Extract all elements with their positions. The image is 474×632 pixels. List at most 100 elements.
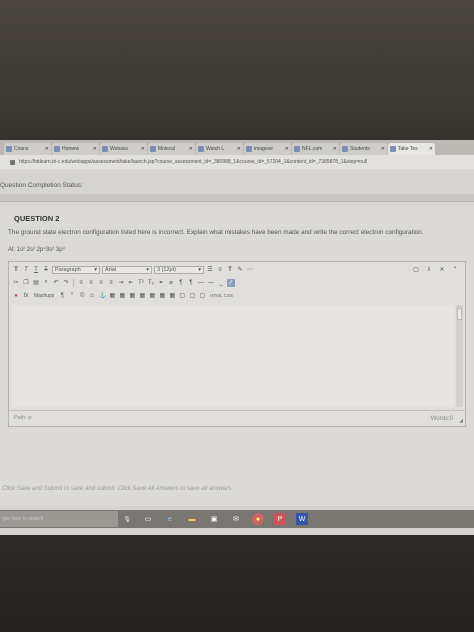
taskbar-search[interactable]: ype here to search bbox=[0, 511, 118, 527]
cell-icon[interactable]: ▢ bbox=[178, 292, 186, 300]
highlight-icon[interactable]: ✎ bbox=[236, 266, 244, 274]
copyright-icon[interactable]: © bbox=[78, 292, 86, 300]
tab-favicon-icon bbox=[54, 146, 60, 152]
answer-text-area[interactable] bbox=[11, 305, 455, 407]
close-icon[interactable]: ✕ bbox=[189, 146, 193, 152]
close-icon[interactable]: ✕ bbox=[45, 146, 49, 152]
browser-tab[interactable]: Molecul ✕ bbox=[148, 143, 195, 155]
word-icon[interactable]: W bbox=[296, 513, 308, 525]
more-icon[interactable]: ⋯ bbox=[246, 266, 254, 274]
redo-icon[interactable]: ↷ bbox=[62, 279, 70, 287]
paste-icon[interactable]: ▤ bbox=[32, 279, 40, 287]
browser-tab[interactable]: Coursi ✕ bbox=[4, 143, 51, 155]
undo-icon[interactable]: ↶ bbox=[52, 279, 60, 287]
store-icon[interactable]: ▣ bbox=[208, 513, 220, 525]
edge-icon[interactable]: e bbox=[164, 513, 176, 525]
browser-tab[interactable]: imagese ✕ bbox=[244, 143, 291, 155]
scrollbar[interactable] bbox=[456, 305, 463, 407]
lock-icon bbox=[10, 159, 15, 165]
submit-instructions: Click Save and Submit to save and submit… bbox=[2, 486, 233, 492]
box-icon[interactable]: ▢ bbox=[198, 292, 206, 300]
align-justify-icon[interactable]: ≡ bbox=[107, 279, 115, 287]
table-merge-icon[interactable]: ▦ bbox=[138, 292, 146, 300]
powerpoint-icon[interactable]: P bbox=[274, 513, 286, 525]
close-icon[interactable]: ✕ bbox=[333, 146, 337, 152]
numbered-list-icon[interactable]: ≡ bbox=[216, 266, 224, 274]
table-split-icon[interactable]: ▦ bbox=[148, 292, 156, 300]
table-icon[interactable]: ▦ bbox=[108, 292, 116, 300]
align-left-icon[interactable]: ≡ bbox=[77, 279, 85, 287]
cut-icon[interactable]: ✂ bbox=[12, 279, 20, 287]
info-icon[interactable]: i bbox=[425, 266, 433, 274]
emoji-icon[interactable]: ☺ bbox=[88, 292, 96, 300]
underscore-icon[interactable]: _ bbox=[217, 279, 225, 287]
tab-label: Take Tes bbox=[398, 146, 418, 152]
align-right-icon[interactable]: ≡ bbox=[97, 279, 105, 287]
close-icon[interactable]: ✕ bbox=[237, 146, 241, 152]
strikethrough-icon[interactable]: T bbox=[42, 266, 50, 274]
cell-props-icon[interactable]: ▢ bbox=[188, 292, 196, 300]
align-center-icon[interactable]: ≡ bbox=[87, 279, 95, 287]
collapse-icon[interactable]: ⌃ bbox=[451, 266, 459, 274]
tab-favicon-icon bbox=[390, 146, 396, 152]
browser-tab-active[interactable]: Take Tes ✕ bbox=[388, 143, 435, 155]
italic-icon[interactable]: T bbox=[22, 266, 30, 274]
browser-tab[interactable]: Homew ✕ bbox=[52, 143, 99, 155]
chrome-icon[interactable]: ● bbox=[252, 513, 264, 525]
formula-icon[interactable]: fx bbox=[22, 292, 30, 300]
unlink-icon[interactable]: ⌀ bbox=[167, 279, 175, 287]
resize-handle-icon[interactable]: ◢ bbox=[459, 418, 463, 424]
browser-tab[interactable]: Webass ✕ bbox=[100, 143, 147, 155]
superscript-icon[interactable]: T² bbox=[137, 279, 145, 287]
table-props-icon[interactable]: ▦ bbox=[158, 292, 166, 300]
hr-icon[interactable]: ― bbox=[197, 279, 205, 287]
paragraph-mark-icon[interactable]: ¶ bbox=[177, 279, 185, 287]
record-icon[interactable]: ● bbox=[12, 292, 20, 300]
find-icon[interactable]: ⌕ bbox=[42, 279, 50, 287]
browser-tab[interactable]: Students ✕ bbox=[340, 143, 387, 155]
spellcheck-icon[interactable]: ▢ bbox=[412, 266, 420, 274]
url-text[interactable]: https://bblearn.tri-c.edu/webapps/assess… bbox=[19, 159, 367, 165]
quote-icon[interactable]: “ bbox=[68, 292, 76, 300]
tab-favicon-icon bbox=[246, 146, 252, 152]
html-css-button[interactable]: HTML CSS bbox=[208, 293, 235, 298]
ltr-icon[interactable]: ¶ bbox=[187, 279, 195, 287]
task-view-icon[interactable]: ▭ bbox=[142, 513, 154, 525]
underline-icon[interactable]: T bbox=[32, 266, 40, 274]
link-icon[interactable]: ⚭ bbox=[157, 279, 165, 287]
subscript-icon[interactable]: T₂ bbox=[147, 279, 155, 287]
browser-tab[interactable]: Watch L ✕ bbox=[196, 143, 243, 155]
copy-icon[interactable]: ❐ bbox=[22, 279, 30, 287]
fullscreen-icon[interactable]: ✕ bbox=[438, 266, 446, 274]
mashups-menu[interactable]: Mashups bbox=[32, 293, 56, 299]
close-icon[interactable]: ✕ bbox=[429, 146, 433, 152]
close-icon[interactable]: ✕ bbox=[141, 146, 145, 152]
close-icon[interactable]: ✕ bbox=[381, 146, 385, 152]
address-bar[interactable]: https://bblearn.tri-c.edu/webapps/assess… bbox=[0, 155, 474, 169]
paragraph-select[interactable]: Paragraph ▾ bbox=[52, 265, 100, 274]
bold-icon[interactable]: T bbox=[12, 266, 20, 274]
tab-favicon-icon bbox=[150, 146, 156, 152]
close-icon[interactable]: ✕ bbox=[93, 146, 97, 152]
chevron-down-icon: ▾ bbox=[198, 266, 201, 273]
tab-favicon-icon bbox=[294, 146, 300, 152]
anchor-icon[interactable]: ⚓ bbox=[98, 292, 106, 300]
font-select[interactable]: Arial ▾ bbox=[102, 265, 152, 274]
table-delete-icon[interactable]: ▦ bbox=[168, 292, 176, 300]
table-row-icon[interactable]: ▦ bbox=[118, 292, 126, 300]
check-icon[interactable]: ✓ bbox=[227, 278, 235, 287]
paragraph-icon[interactable]: ¶ bbox=[58, 292, 66, 300]
indent-icon[interactable]: ⇥ bbox=[117, 279, 125, 287]
text-color-icon[interactable]: T bbox=[226, 266, 234, 274]
file-explorer-icon[interactable]: ▬ bbox=[186, 513, 198, 525]
bullet-list-icon[interactable]: ☰ bbox=[206, 266, 214, 274]
scrollbar-thumb[interactable] bbox=[457, 308, 462, 320]
outdent-icon[interactable]: ⇤ bbox=[127, 279, 135, 287]
size-select[interactable]: 3 (12pt) ▾ bbox=[154, 265, 204, 274]
mail-icon[interactable]: ✉ bbox=[230, 513, 242, 525]
browser-tab[interactable]: NFL.com ✕ bbox=[292, 143, 339, 155]
table-col-icon[interactable]: ▦ bbox=[128, 292, 136, 300]
close-icon[interactable]: ✕ bbox=[285, 146, 289, 152]
dash-icon[interactable]: — bbox=[207, 279, 215, 287]
microphone-icon[interactable]: 🎙 bbox=[122, 516, 132, 523]
